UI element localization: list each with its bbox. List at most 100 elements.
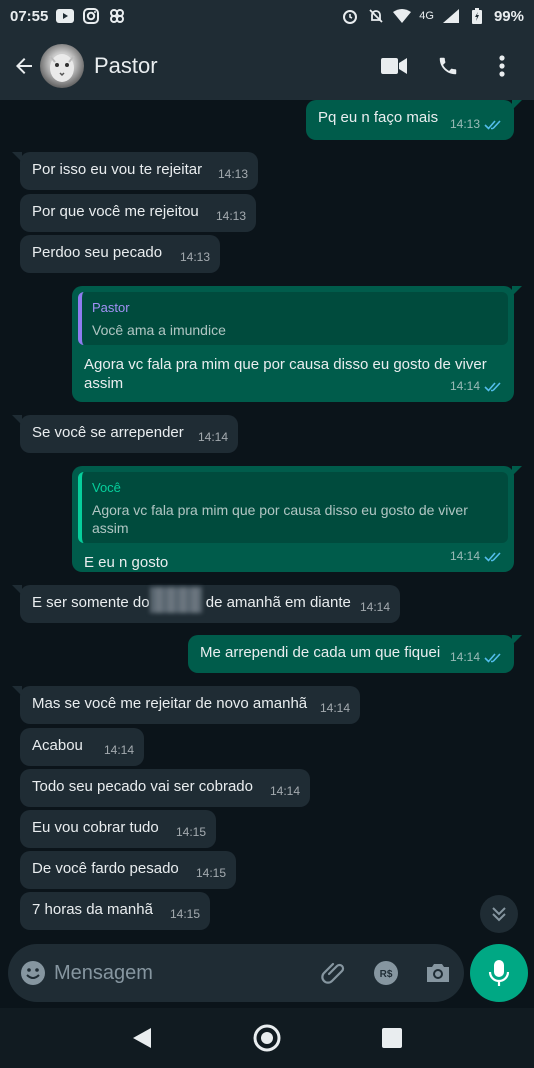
paperclip-icon [321,962,345,984]
message-bubble-incoming[interactable]: Por que você me rejeitou 14:13 [20,194,256,232]
message-bubble-incoming[interactable]: Todo seu pecado vai ser cobrado 14:14 [20,769,310,807]
svg-text:R$: R$ [380,969,393,980]
message-text: Por que você me rejeitou [32,203,199,220]
voice-call-button[interactable] [434,52,462,80]
scroll-to-bottom-button[interactable] [480,895,518,933]
contact-name[interactable]: Pastor [94,53,158,79]
quoted-author: Você [92,480,121,495]
message-time: 14:13 [215,209,246,223]
camera-button[interactable] [423,958,453,988]
camera-icon [427,964,449,982]
message-bubble-outgoing[interactable]: Pq eu n faço mais 14:13 [306,100,522,140]
nav-recents-icon [381,1028,402,1048]
message-text: Se você se arrepender [32,424,184,441]
message-time: 14:14 [269,784,300,798]
message-time: 14:14 [449,549,480,563]
quoted-message[interactable]: Pastor Você ama a imundice [78,292,508,345]
message-text: Pq eu n faço mais [318,109,439,126]
message-input[interactable] [54,953,319,993]
more-options-button[interactable] [488,52,516,80]
nav-home-button[interactable] [247,1018,287,1058]
voice-call-icon [439,57,457,75]
payment-rs-icon: R$ [374,961,398,985]
voice-message-button[interactable] [470,944,528,1002]
message-time: 14:15 [169,907,200,921]
message-bubble-outgoing[interactable]: Me arrependi de cada um que fiquei 14:14 [188,635,522,673]
message-bubble-incoming[interactable]: De você fardo pesado 14:15 [20,851,236,889]
emoji-button[interactable] [20,958,46,988]
message-text-after: de amanhã em diante [205,594,351,611]
nav-back-icon [133,1028,152,1048]
read-receipt-icon [484,652,501,663]
message-text: Perdoo seu pecado [32,244,163,261]
chat-header: Pastor [0,32,534,100]
app-notification-icon [108,8,126,24]
message-bubble-incoming[interactable]: Se você se arrepender 14:14 [12,415,238,453]
message-time: 14:14 [449,379,480,393]
message-time: 14:15 [195,866,226,880]
quoted-message[interactable]: Você Agora vc fala pra mim que por causa… [78,472,508,543]
video-call-button[interactable] [380,52,408,80]
signal-icon [442,8,460,24]
redacted-text [149,587,202,614]
message-time: 14:14 [449,650,480,664]
message-bubble-incoming[interactable]: Perdoo seu pecado 14:13 [20,235,220,273]
attach-button[interactable] [319,958,349,988]
back-arrow-icon [16,58,32,74]
read-receipt-icon [484,119,501,130]
message-text: Todo seu pecado vai ser cobrado [32,778,253,795]
system-navigation-bar [0,1008,534,1068]
message-text: Mas se você me rejeitar de novo amanhã [32,695,308,712]
microphone-icon [488,960,510,986]
message-time: 14:13 [449,117,480,131]
nav-home-icon [253,1024,281,1052]
message-text: 7 horas da manhã [32,901,153,918]
nav-recents-button[interactable] [372,1018,412,1058]
message-time: 14:14 [359,600,390,614]
status-bar: 07:55 4G 99% [0,0,534,32]
quoted-text: Agora vc fala pra mim que por causa diss… [92,502,468,536]
double-chevron-down-icon [492,907,506,922]
emoji-icon [21,961,45,985]
message-time: 14:13 [179,250,210,264]
quoted-author: Pastor [92,300,130,315]
notifications-muted-icon [367,8,385,24]
message-text: E eu n gosto [84,554,169,571]
message-time: 14:13 [217,167,248,181]
chat-messages[interactable]: Pq eu n faço mais 14:13 Por isso eu vou … [0,100,534,940]
message-bubble-incoming[interactable]: Acabou 14:14 [20,728,144,766]
status-time: 07:55 [10,7,49,25]
youtube-icon [56,8,75,24]
message-bubble-incoming[interactable]: E ser somente do de amanhã em diante 14:… [12,585,400,623]
message-text: Acabou [32,737,83,754]
message-text-before: E ser somente do [32,594,150,611]
read-receipt-icon [484,381,501,392]
instagram-icon [82,8,100,24]
message-text: Eu vou cobrar tudo [32,819,159,836]
message-bubble-incoming[interactable]: 7 horas da manhã 14:15 [20,892,210,930]
network-type: 4G [419,10,434,22]
message-text: Me arrependi de cada um que fiquei [200,644,441,661]
avatar[interactable] [40,44,84,88]
message-bubble-incoming[interactable]: Por isso eu vou te rejeitar 14:13 [12,152,258,190]
nav-back-button[interactable] [122,1018,162,1058]
wifi-icon [393,8,412,24]
read-receipt-icon [484,551,501,562]
quoted-text: Você ama a imundice [92,322,226,338]
battery-icon [468,8,486,24]
back-button[interactable] [4,46,44,86]
message-bubble-incoming[interactable]: Eu vou cobrar tudo 14:15 [20,810,216,848]
more-options-icon [499,55,505,77]
message-text: De você fardo pesado [32,860,179,877]
message-time: 14:15 [175,825,206,839]
message-time: 14:14 [319,701,350,715]
alarm-icon [341,8,359,24]
video-call-icon [381,58,407,74]
message-bubble-outgoing-reply[interactable]: Pastor Você ama a imundice Agora vc fala… [72,286,522,402]
message-time: 14:14 [197,430,228,444]
message-bubble-incoming[interactable]: Mas se você me rejeitar de novo amanhã 1… [12,686,360,724]
battery-percentage: 99% [493,7,524,25]
message-bubble-outgoing-reply[interactable]: Você Agora vc fala pra mim que por causa… [72,466,522,572]
message-text: Agora vc fala pra mim que por causa diss… [84,356,487,392]
payment-button[interactable]: R$ [371,958,401,988]
